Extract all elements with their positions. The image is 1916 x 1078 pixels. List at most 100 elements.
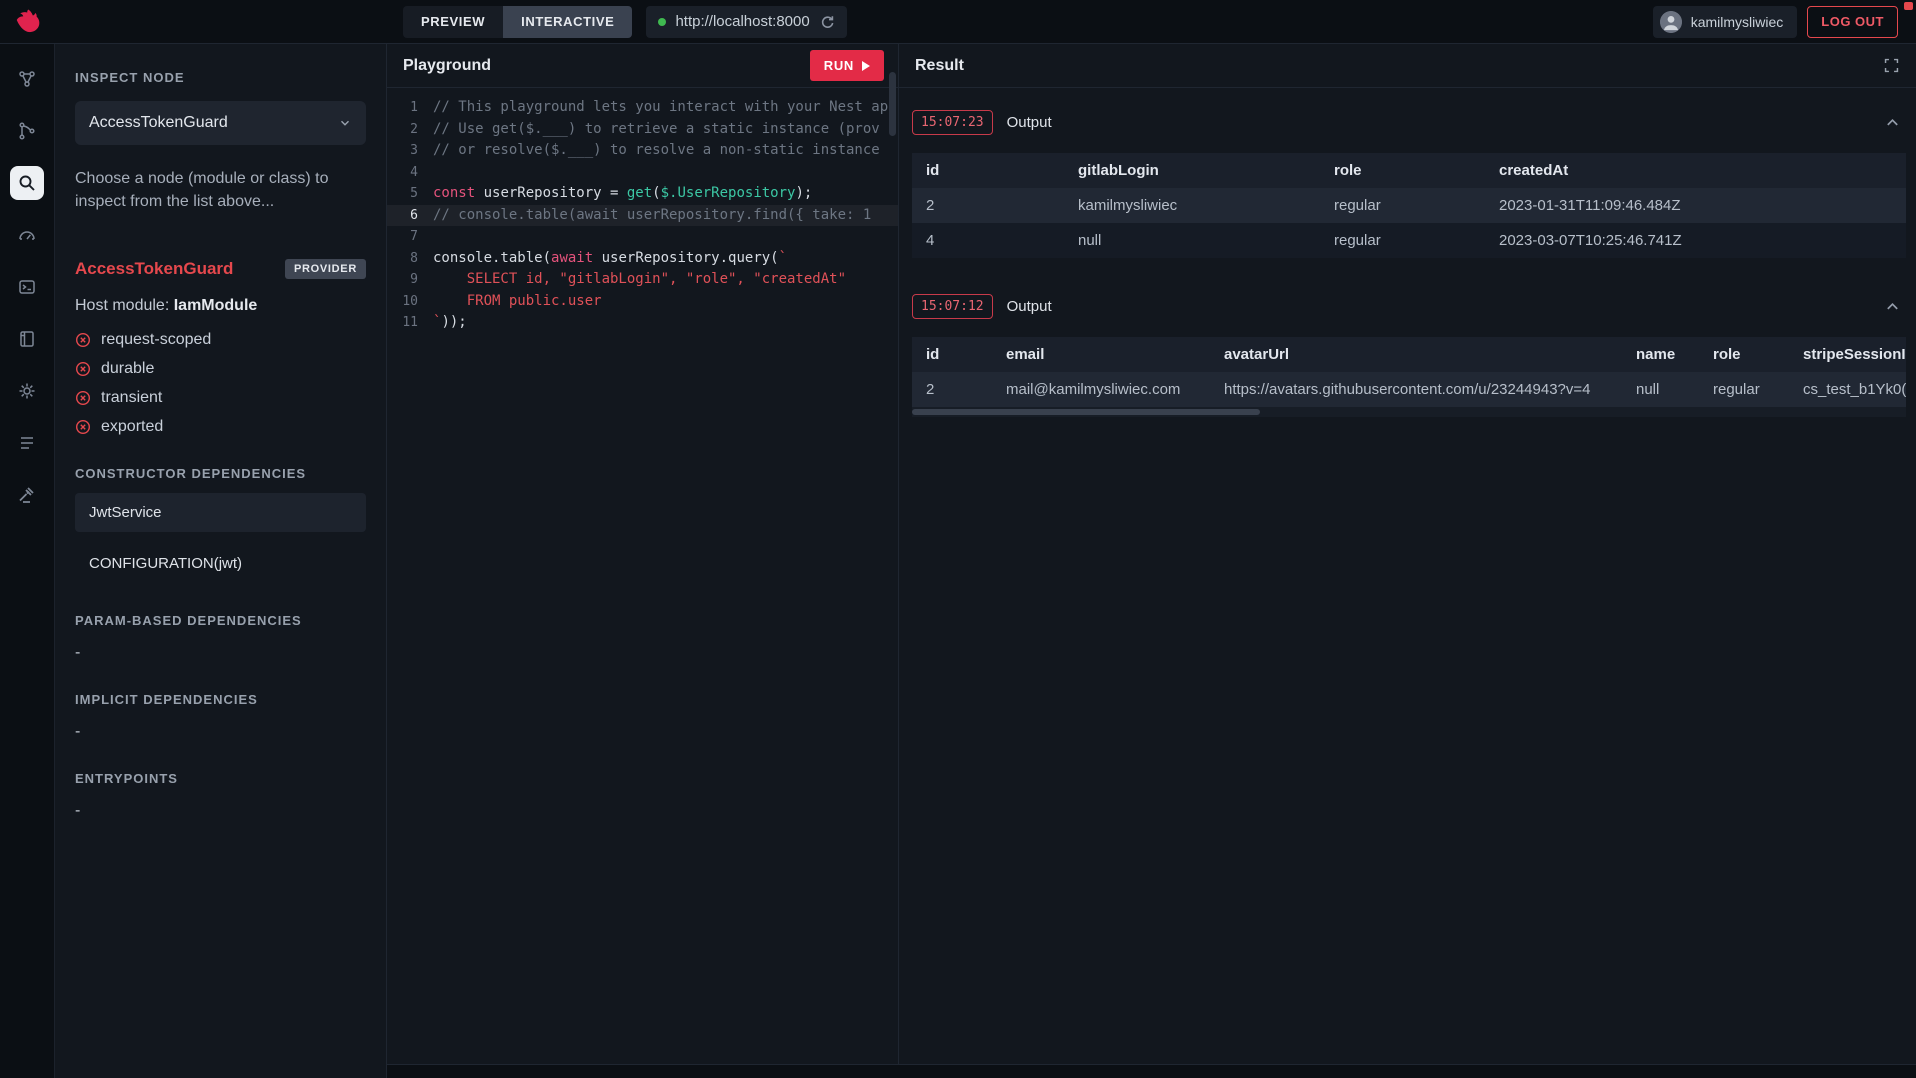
play-icon xyxy=(862,61,870,71)
code-line[interactable]: 5const userRepository = get($.UserReposi… xyxy=(387,183,898,205)
table-cell: 2023-01-31T11:09:46.484Z xyxy=(1485,188,1906,223)
run-button[interactable]: RUN xyxy=(810,50,884,81)
code-line[interactable]: 6// console.table(await userRepository.f… xyxy=(387,205,898,227)
rail-item-inspect[interactable] xyxy=(10,166,44,200)
top-bar: PREVIEW INTERACTIVE http://localhost:800… xyxy=(0,0,1916,44)
table-cell: 2 xyxy=(912,188,1064,223)
code-token: await xyxy=(551,250,593,266)
url-bar[interactable]: http://localhost:8000 xyxy=(646,6,846,38)
code-text: SELECT id, "gitlabLogin", "role", "creat… xyxy=(433,269,898,291)
code-line[interactable]: 4 xyxy=(387,162,898,184)
app-root: PREVIEW INTERACTIVE http://localhost:800… xyxy=(0,0,1916,1078)
table-header-cell: gitlabLogin xyxy=(1064,153,1320,188)
code-token: )); xyxy=(441,314,466,330)
connection-status-dot xyxy=(658,18,666,26)
rail-item-flow[interactable] xyxy=(10,114,44,148)
expand-icon[interactable] xyxy=(1883,57,1900,74)
node-select-value: AccessTokenGuard xyxy=(89,114,228,132)
routes-icon xyxy=(17,277,37,297)
code-line[interactable]: 9 SELECT id, "gitlabLogin", "role", "cre… xyxy=(387,269,898,291)
code-line[interactable]: 8console.table(await userRepository.quer… xyxy=(387,248,898,270)
tab-interactive[interactable]: INTERACTIVE xyxy=(503,6,632,38)
code-line[interactable]: 3// or resolve($.___) to resolve a non-s… xyxy=(387,140,898,162)
nestjs-logo[interactable] xyxy=(0,7,55,37)
code-text: `)); xyxy=(433,312,898,334)
inspect-icon xyxy=(17,173,37,193)
rail-item-settings[interactable] xyxy=(10,374,44,408)
line-number: 5 xyxy=(387,183,433,205)
collapse-button[interactable] xyxy=(1885,299,1900,314)
refresh-icon[interactable] xyxy=(819,14,835,30)
code-token: // console.table(await userRepository.fi… xyxy=(433,207,871,223)
avatar xyxy=(1660,11,1682,33)
circle-x-icon xyxy=(75,390,91,406)
table-cell: cs_test_b1Yk0( xyxy=(1789,372,1906,407)
code-line[interactable]: 1// This playground lets you interact wi… xyxy=(387,97,898,119)
rail-item-graph[interactable] xyxy=(10,62,44,96)
code-line[interactable]: 2// Use get($.___) to retrieve a static … xyxy=(387,119,898,141)
circle-x-icon xyxy=(75,361,91,377)
table-cell: kamilmysliwiec xyxy=(1064,188,1320,223)
code-token: = xyxy=(610,185,627,201)
rail-item-routes[interactable] xyxy=(10,270,44,304)
user-menu[interactable]: kamilmysliwiec xyxy=(1653,6,1798,38)
table-header-cell: createdAt xyxy=(1485,153,1906,188)
workspace: Playground RUN 1// This playground lets … xyxy=(387,44,1916,1078)
constructor-deps-title: CONSTRUCTOR DEPENDENCIES xyxy=(75,466,366,481)
table-header-cell: stripeSessionId xyxy=(1789,337,1906,372)
table-cell: 4 xyxy=(912,223,1064,258)
table-header-cell: email xyxy=(992,337,1210,372)
table-cell: https://avatars.githubusercontent.com/u/… xyxy=(1210,372,1622,407)
table-header-cell: id xyxy=(912,337,992,372)
host-module-label: Host module: xyxy=(75,297,169,314)
url-text: http://localhost:8000 xyxy=(675,13,809,30)
rail-item-gavel[interactable] xyxy=(10,478,44,512)
code-token: ` xyxy=(779,250,787,266)
table-header-cell: role xyxy=(1320,153,1485,188)
code-token: // This playground lets you interact wit… xyxy=(433,99,888,115)
code-text: // This playground lets you interact wit… xyxy=(433,97,898,119)
table-cell: mail@kamilmysliwiec.com xyxy=(992,372,1210,407)
rail-item-modules[interactable] xyxy=(10,322,44,356)
flag-label: exported xyxy=(101,418,163,436)
result-header: Result xyxy=(899,44,1916,88)
flag-label: request-scoped xyxy=(101,331,211,349)
h-scrollbar-thumb[interactable] xyxy=(912,409,1260,415)
editor-v-scrollbar[interactable] xyxy=(889,72,896,136)
table-cell: regular xyxy=(1320,223,1485,258)
code-token: $.UserRepository xyxy=(661,185,796,201)
host-module-value: IamModule xyxy=(174,297,258,314)
line-number: 1 xyxy=(387,97,433,119)
line-number: 9 xyxy=(387,269,433,291)
modules-icon xyxy=(17,329,37,349)
code-line[interactable]: 10 FROM public.user xyxy=(387,291,898,313)
rail-item-gauge[interactable] xyxy=(10,218,44,252)
table-header-row: idgitlabLoginrolecreatedAt xyxy=(912,153,1906,188)
output-block: 15:07:23OutputidgitlabLoginrolecreatedAt… xyxy=(912,110,1906,258)
playground-title: Playground xyxy=(403,57,491,75)
code-token: // or resolve($.___) to resolve a non-st… xyxy=(433,142,880,158)
flag-transient: transient xyxy=(75,389,366,407)
h-scrollbar[interactable] xyxy=(912,407,1906,417)
flow-icon xyxy=(17,121,37,141)
view-mode-tabs: PREVIEW INTERACTIVE xyxy=(403,6,632,38)
param-deps-title: PARAM-BASED DEPENDENCIES xyxy=(75,613,366,628)
rail-item-logs[interactable] xyxy=(10,426,44,460)
code-editor[interactable]: 1// This playground lets you interact wi… xyxy=(387,88,898,1064)
dep-item-jwtservice[interactable]: JwtService xyxy=(75,493,366,532)
node-select-dropdown[interactable]: AccessTokenGuard xyxy=(75,101,366,145)
flag-label: transient xyxy=(101,389,162,407)
code-line[interactable]: 11`)); xyxy=(387,312,898,334)
collapse-button[interactable] xyxy=(1885,115,1900,130)
result-panel: Result 15:07:23OutputidgitlabLoginrolecr… xyxy=(899,44,1916,1064)
gavel-icon xyxy=(17,485,37,505)
logout-button[interactable]: LOG OUT xyxy=(1807,6,1898,38)
table-cell: regular xyxy=(1699,372,1789,407)
tab-preview[interactable]: PREVIEW xyxy=(403,6,503,38)
result-table: idgitlabLoginrolecreatedAt2kamilmysliwie… xyxy=(912,153,1906,258)
table-header-cell: name xyxy=(1622,337,1699,372)
code-line[interactable]: 7 xyxy=(387,226,898,248)
dep-item-configuration-jwt[interactable]: CONFIGURATION(jwt) xyxy=(75,544,366,583)
line-number: 2 xyxy=(387,119,433,141)
gauge-icon xyxy=(17,225,37,245)
